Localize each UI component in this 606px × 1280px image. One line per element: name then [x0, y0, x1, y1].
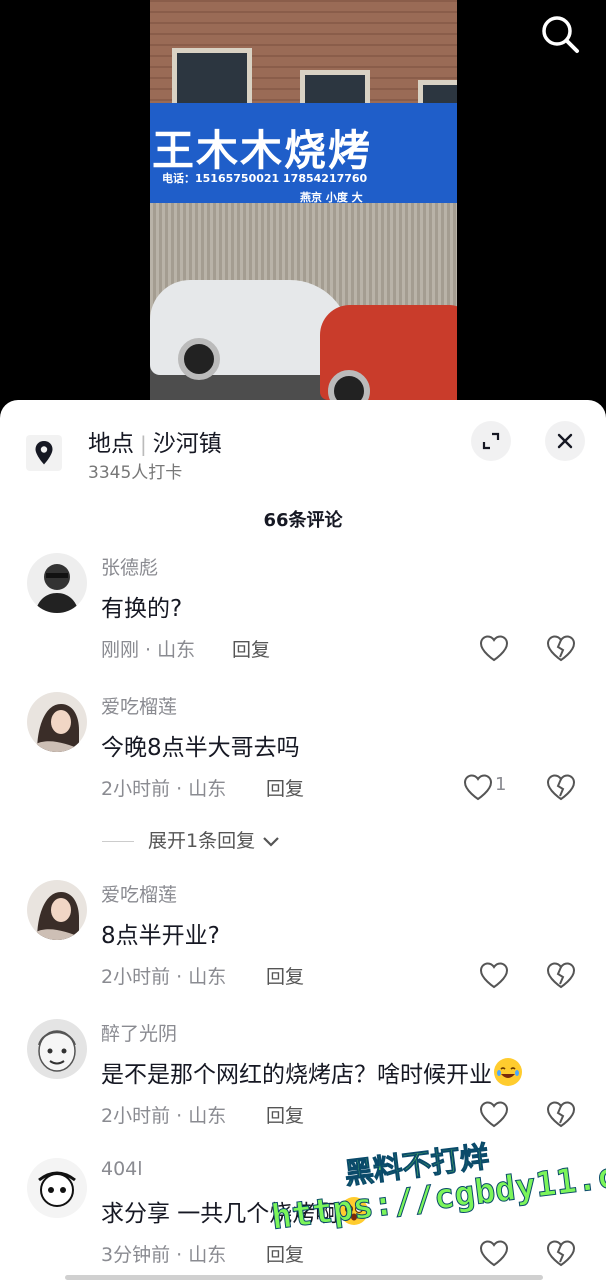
chevron-down-icon: [263, 836, 279, 847]
laughing-emoji-icon: [494, 1058, 522, 1086]
reply-button[interactable]: 回复: [266, 1101, 304, 1128]
heart-icon[interactable]: [478, 633, 510, 663]
avatar[interactable]: [27, 553, 87, 613]
comment-author[interactable]: 404l: [101, 1158, 143, 1180]
car-wheel: [178, 338, 220, 380]
comment-text: 有换的?: [101, 596, 183, 622]
comment-time: 刚刚 · 山东: [101, 639, 196, 661]
reply-button[interactable]: 回复: [266, 962, 304, 989]
comment-author[interactable]: 张德彪: [101, 553, 158, 580]
divider: [102, 841, 134, 842]
broken-heart-icon[interactable]: [545, 772, 577, 802]
shop-sign: 王木木烧烤 电话：15165750021 17854217760 燕京 小度 大: [150, 103, 457, 204]
comment-author[interactable]: 爱吃榴莲: [101, 692, 177, 719]
location-label: 地点: [88, 431, 134, 457]
heart-icon[interactable]: [478, 1099, 510, 1129]
comment-author[interactable]: 醉了光阴: [101, 1019, 177, 1046]
heart-icon[interactable]: [478, 960, 510, 990]
avatar[interactable]: [27, 1019, 87, 1079]
comment-time: 2小时前 · 山东: [101, 966, 227, 988]
broken-heart-icon[interactable]: [545, 633, 577, 663]
video-player[interactable]: 王木木烧烤 电话：15165750021 17854217760 燕京 小度 大: [0, 0, 606, 420]
broken-heart-icon[interactable]: [545, 960, 577, 990]
comment-text: 今晚8点半大哥去吗: [101, 735, 300, 761]
home-indicator: [65, 1275, 543, 1280]
avatar[interactable]: [27, 1158, 87, 1218]
expand-replies-button[interactable]: 展开1条回复: [102, 826, 281, 853]
comment-time: 2小时前 · 山东: [101, 1105, 227, 1127]
video-frame: 王木木烧烤 电话：15165750021 17854217760 燕京 小度 大: [150, 0, 457, 400]
close-icon: [557, 433, 573, 449]
comment-author[interactable]: 爱吃榴莲: [101, 880, 177, 907]
broken-heart-icon[interactable]: [545, 1238, 577, 1268]
location-checkins: 3345人打卡: [88, 463, 183, 483]
location-place: 沙河镇: [152, 431, 222, 457]
comment-text: 8点半开业?: [101, 923, 220, 949]
heart-icon[interactable]: [462, 772, 494, 802]
avatar[interactable]: [27, 692, 87, 752]
expand-icon: [482, 432, 500, 450]
location-title[interactable]: 地点 | 沙河镇: [88, 424, 222, 458]
comment-count: 66条评论: [263, 510, 343, 531]
expand-button[interactable]: [471, 421, 511, 461]
avatar[interactable]: [27, 880, 87, 940]
comment-text: 是不是那个网红的烧烤店？啥时候开业: [101, 1055, 522, 1089]
expand-replies-label: 展开1条回复: [148, 830, 256, 852]
shop-sign-name: 王木木烧烤: [152, 126, 373, 175]
reply-button[interactable]: 回复: [266, 774, 304, 801]
comment-time: 3分钟前 · 山东: [101, 1244, 227, 1266]
comment-text-body: 是不是那个网红的烧烤店？啥时候开业: [101, 1062, 492, 1088]
comment-time: 2小时前 · 山东: [101, 778, 227, 800]
search-icon[interactable]: [538, 12, 582, 56]
close-button[interactable]: [545, 421, 585, 461]
reply-button[interactable]: 回复: [232, 635, 270, 662]
location-pin-icon: [26, 435, 62, 471]
like-count: 1: [495, 774, 507, 795]
shop-sign-phone: 电话：15165750021 17854217760: [162, 172, 368, 185]
